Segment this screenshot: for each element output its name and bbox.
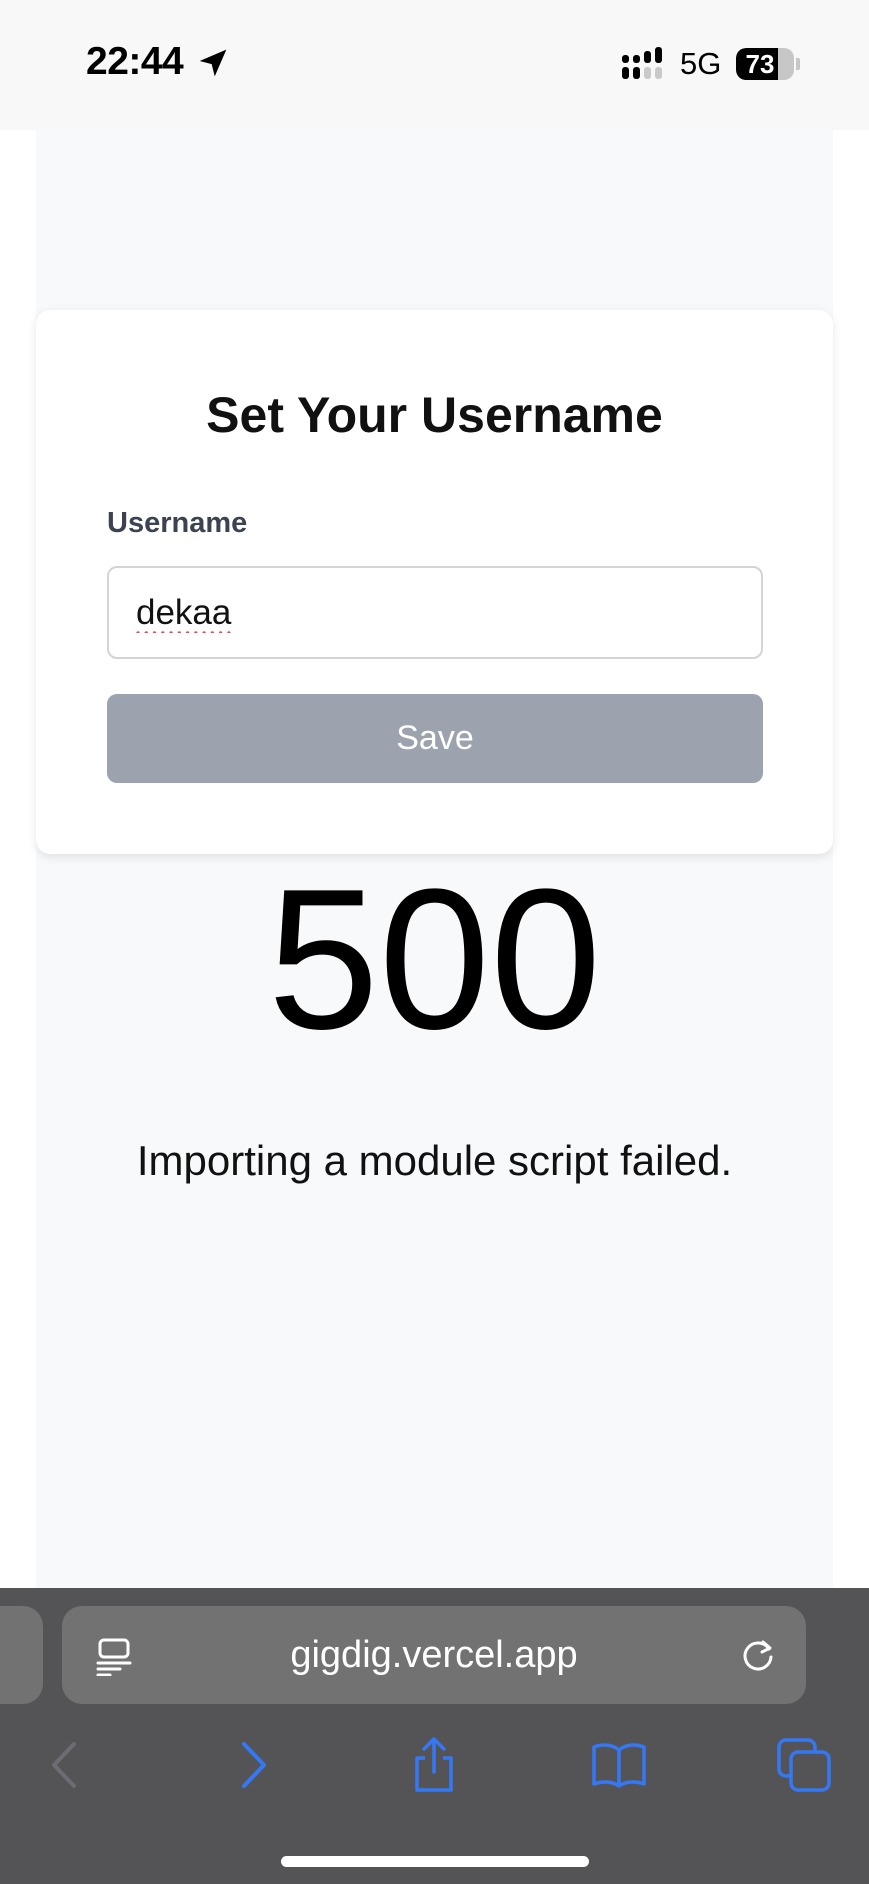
error-message: Importing a module script failed. <box>136 1137 733 1184</box>
share-icon[interactable] <box>405 1736 463 1794</box>
bookmarks-icon[interactable] <box>590 1736 648 1794</box>
tabs-icon[interactable] <box>775 1736 833 1794</box>
clock-time: 22:44 <box>86 40 184 83</box>
address-bar[interactable]: gigdig.vercel.app <box>62 1606 806 1704</box>
username-input[interactable] <box>107 566 763 659</box>
network-type: 5G <box>680 46 722 81</box>
card-title: Set Your Username <box>206 387 663 443</box>
battery-icon: 73 <box>736 48 794 80</box>
reload-icon[interactable] <box>739 1637 777 1675</box>
battery-percentage: 73 <box>745 49 775 79</box>
status-bar: 22:44 5G 73 <box>0 0 869 130</box>
username-label: Username <box>107 507 248 539</box>
url-text: gigdig.vercel.app <box>290 1634 578 1676</box>
home-indicator <box>281 1856 589 1867</box>
browser-toolbar: gigdig.vercel.app <box>0 1588 869 1884</box>
location-arrow-icon <box>199 49 227 77</box>
battery-terminal <box>796 58 800 70</box>
username-card: Set Your Username Username Save <box>36 310 833 854</box>
previous-tab-preview[interactable] <box>0 1606 43 1704</box>
forward-icon[interactable] <box>224 1736 282 1794</box>
error-code: 500 <box>267 848 602 1071</box>
cellular-signal-icon <box>622 47 662 79</box>
save-button[interactable]: Save <box>107 694 763 783</box>
back-icon[interactable] <box>36 1736 94 1794</box>
